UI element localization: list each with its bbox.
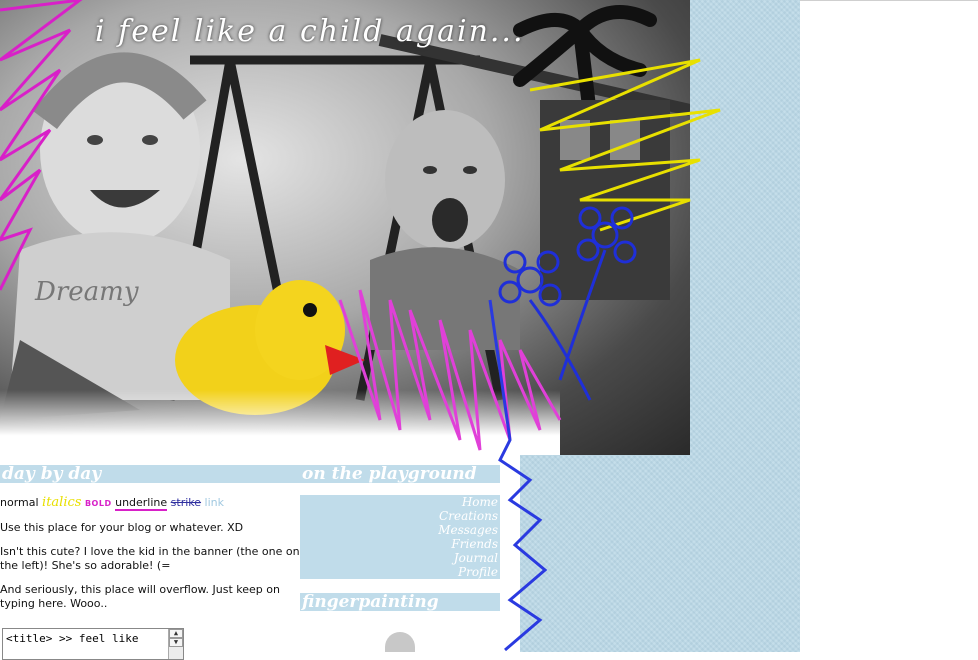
- nav-item-home[interactable]: Home: [300, 495, 500, 509]
- banner-image: Dreamy i feel like a child again...: [0, 0, 690, 455]
- nav-item-profile[interactable]: Profile: [300, 565, 500, 579]
- nav-item-creations[interactable]: Creations: [300, 509, 500, 523]
- sample-bold: BOLD: [84, 499, 112, 508]
- sample-normal: normal: [0, 496, 39, 509]
- fingerpainting-heading: fingerpainting: [300, 593, 500, 611]
- textarea-scrollbar[interactable]: ▲ ▼: [168, 629, 183, 659]
- blog-heading: day by day: [0, 465, 300, 483]
- nav-item-messages[interactable]: Messages: [300, 523, 500, 537]
- sample-italics: italics: [42, 495, 82, 510]
- svg-text:Dreamy: Dreamy: [34, 277, 139, 307]
- banner-fade: [0, 390, 560, 455]
- text-style-samples: normal italics BOLD underline strike lin…: [0, 496, 300, 511]
- sample-strike: strike: [170, 496, 202, 509]
- banner-illustration: Dreamy: [0, 5, 690, 420]
- scroll-down-icon[interactable]: ▼: [169, 638, 183, 647]
- sample-underline: underline: [115, 496, 168, 511]
- blog-paragraph: Use this place for your blog or whatever…: [0, 521, 244, 534]
- decorative-shape: [385, 632, 415, 652]
- banner-title: i feel like a child again...: [95, 14, 525, 49]
- sample-link[interactable]: link: [205, 496, 224, 509]
- title-code-textarea[interactable]: <title> >> feel like ▲ ▼: [2, 628, 184, 660]
- scroll-up-icon[interactable]: ▲: [169, 629, 183, 638]
- playground-heading: on the playground: [300, 465, 500, 483]
- nav-menu: Home Creations Messages Friends Journal …: [300, 495, 500, 579]
- nav-item-friends[interactable]: Friends: [300, 537, 500, 551]
- nav-item-journal[interactable]: Journal: [300, 551, 500, 565]
- blog-content: normal italics BOLD underline strike lin…: [0, 496, 300, 621]
- blog-paragraph: And seriously, this place will overflow.…: [0, 583, 280, 610]
- top-divider-line: [800, 0, 978, 1]
- title-code-text: <title> >> feel like: [6, 632, 139, 645]
- blog-paragraph: Isn't this cute? I love the kid in the b…: [0, 545, 300, 572]
